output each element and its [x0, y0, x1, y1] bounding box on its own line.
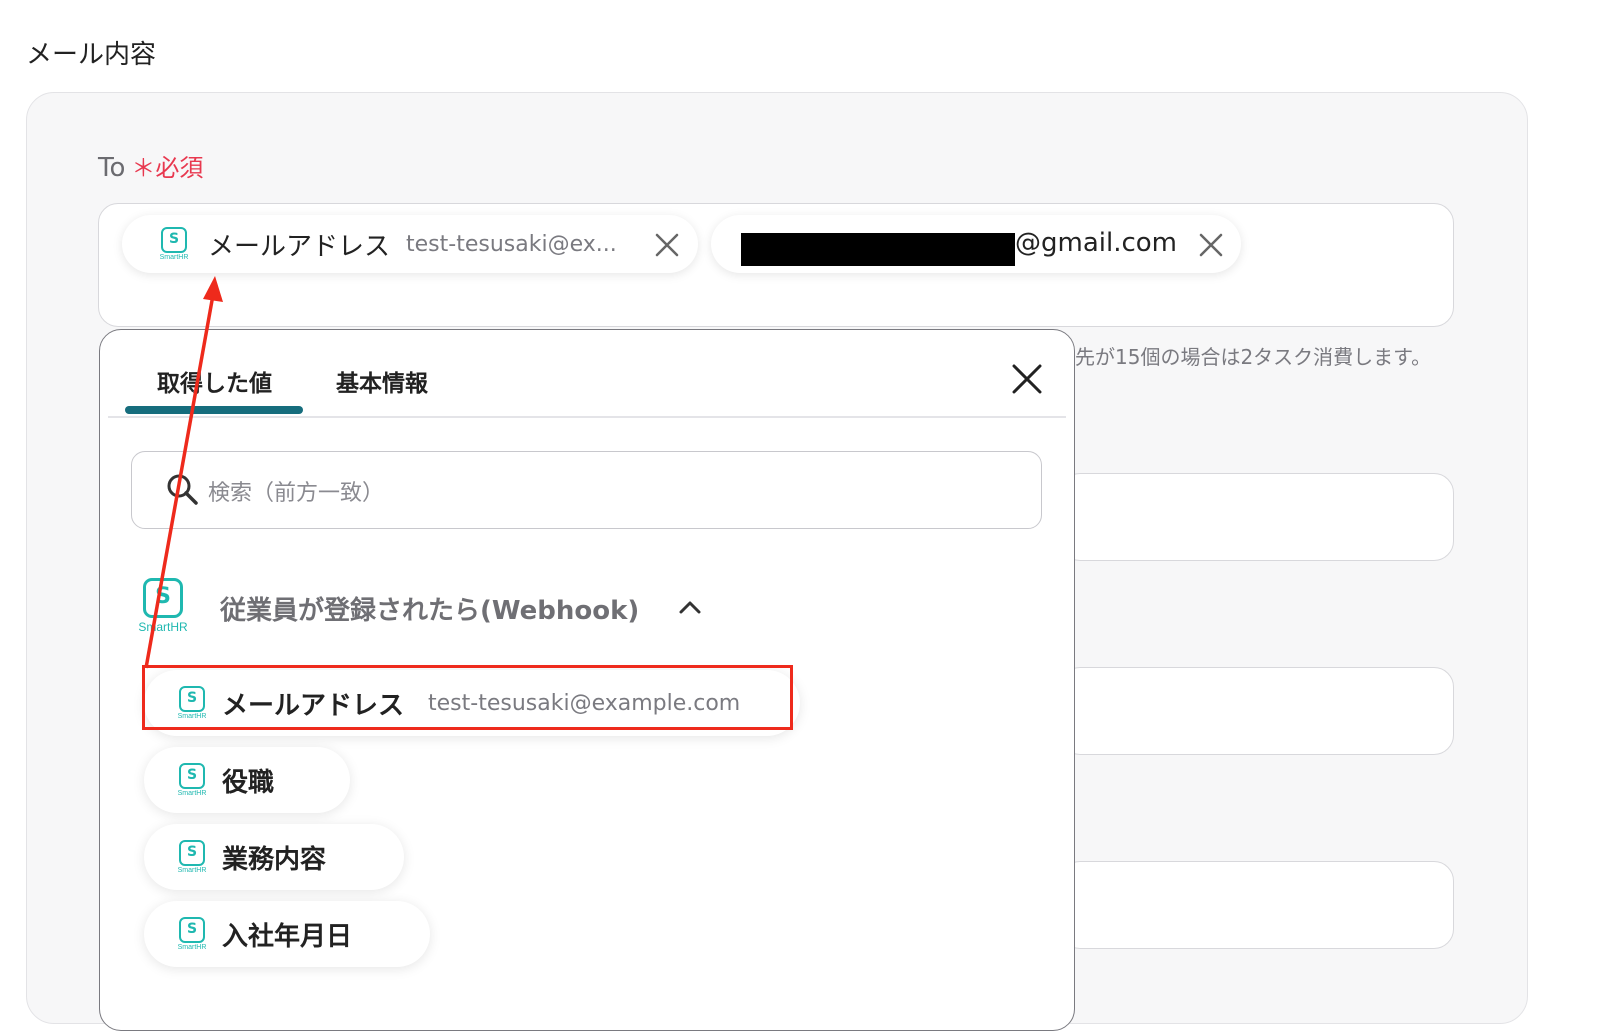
section-title: メール内容 — [26, 40, 157, 70]
bcc-field[interactable] — [1060, 861, 1454, 949]
list-item-position[interactable]: S SmartHR 役職 — [144, 747, 350, 813]
item-label: メールアドレス — [222, 690, 405, 721]
item-label: 業務内容 — [222, 844, 327, 875]
redacted-email-block — [741, 233, 1015, 266]
chip-label: メールアドレス — [208, 231, 391, 262]
tab-divider — [108, 416, 1066, 418]
smarthr-logo-icon: S SmartHR — [172, 840, 212, 874]
smarthr-logo-icon: S SmartHR — [172, 917, 212, 951]
to-field-label: To ＊必須 — [98, 153, 204, 183]
to-chip-smarthr-email[interactable]: S SmartHR メールアドレス test-tesusaki@ex... — [122, 215, 698, 273]
remove-chip-close-icon[interactable] — [1198, 232, 1224, 258]
item-label: 役職 — [222, 767, 275, 798]
cc-field[interactable] — [1060, 667, 1454, 755]
tab-basic-info[interactable]: 基本情報 — [336, 364, 428, 398]
required-badge: ＊必須 — [131, 154, 204, 182]
item-value: test-tesusaki@example.com — [428, 690, 741, 716]
popup-close-icon[interactable] — [1010, 362, 1044, 396]
chip-label-gmail: @gmail.com — [1015, 228, 1178, 258]
remove-chip-close-icon[interactable] — [654, 232, 680, 258]
list-item-hire-date[interactable]: S SmartHR 入社年月日 — [144, 901, 430, 967]
active-tab-indicator — [125, 406, 303, 414]
group-title: 従業員が登録されたら(Webhook) — [220, 596, 640, 626]
smarthr-logo-icon: S SmartHR — [154, 227, 194, 261]
list-item-job-description[interactable]: S SmartHR 業務内容 — [144, 824, 404, 890]
chip-value: test-tesusaki@ex... — [406, 231, 617, 257]
to-field-hint: 先が15個の場合は2タスク消費します。 — [1075, 345, 1432, 369]
item-label: 入社年月日 — [222, 921, 353, 952]
search-icon — [167, 474, 198, 505]
smarthr-logo-icon: S SmartHR — [133, 578, 193, 634]
chevron-up-icon[interactable] — [678, 598, 702, 616]
list-item-email[interactable]: S SmartHR メールアドレス test-tesusaki@example.c… — [144, 670, 800, 736]
smarthr-logo-icon: S SmartHR — [172, 686, 212, 720]
smarthr-logo-icon: S SmartHR — [172, 763, 212, 797]
tab-acquired-values[interactable]: 取得した値 — [157, 364, 272, 398]
search-placeholder: 検索（前方一致） — [208, 481, 385, 506]
subject-field[interactable] — [1060, 473, 1454, 561]
